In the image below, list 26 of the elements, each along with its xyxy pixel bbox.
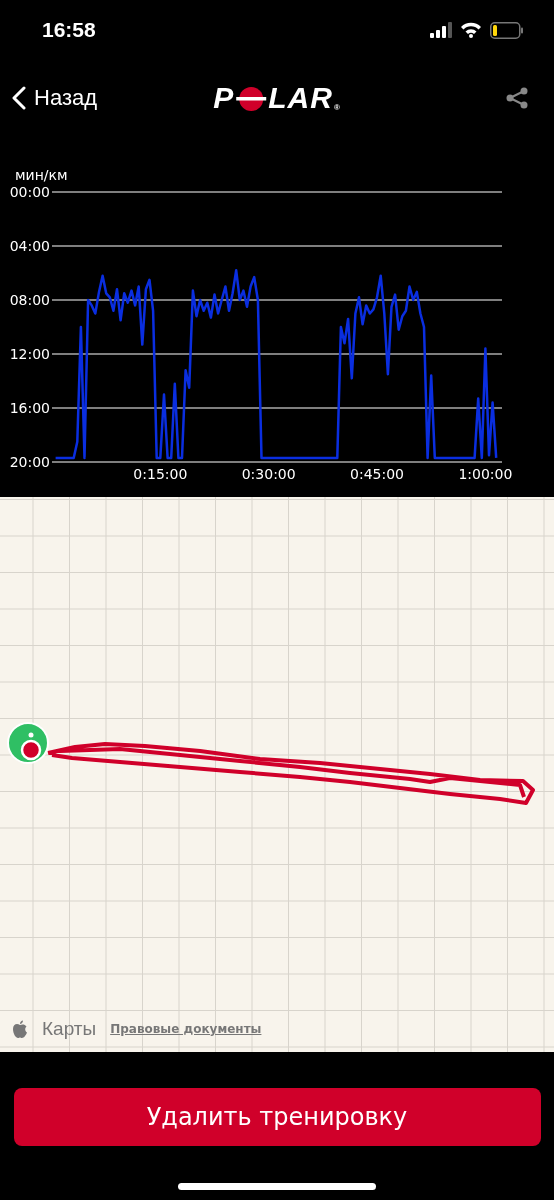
x-tick-label: 0:45:00 [350,466,405,482]
back-button[interactable]: Назад [12,84,98,111]
y-tick-label: 12:00 [9,346,50,362]
y-tick-label: 16:00 [9,400,50,416]
legal-link[interactable]: Правовые документы [110,1022,262,1036]
map-view[interactable]: Карты Правовые документы [0,497,554,1052]
battery-icon [490,21,524,39]
signal-icon [430,22,452,38]
axis-unit-label: мин/км [15,167,68,183]
delete-workout-button[interactable]: Удалить тренировку [13,1088,541,1146]
share-button[interactable] [506,86,528,109]
x-tick-label: 0:15:00 [133,466,188,482]
y-tick-label: 08:00 [9,292,50,308]
x-tick-label: 1:00:00 [458,466,513,482]
maps-brand-label: Карты [42,1018,97,1040]
brand-logo: P LAR® [213,82,341,113]
y-tick-label: 04:00 [9,238,50,254]
apple-logo-icon [12,1019,28,1039]
wifi-icon [460,22,482,38]
share-icon [506,86,528,109]
chevron-left-icon [12,85,26,110]
x-tick-label: 0:30:00 [241,466,296,482]
y-tick-label: 00:00 [9,184,50,200]
start-marker-icon [7,722,49,764]
status-time: 16:58 [42,18,96,42]
y-tick-label: 20:00 [9,454,50,470]
